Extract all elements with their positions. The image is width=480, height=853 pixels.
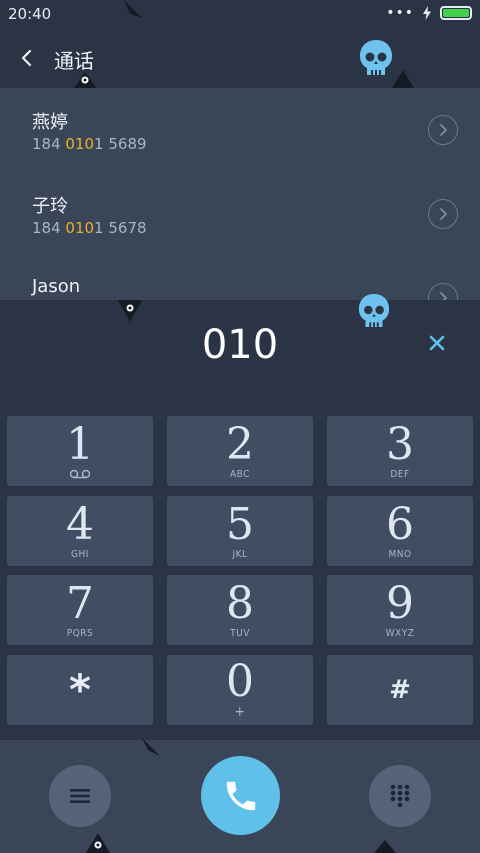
status-time: 20:40	[8, 5, 52, 23]
key-3[interactable]: 3 DEF	[327, 416, 473, 486]
key-letters: WXYZ	[385, 627, 415, 639]
key-star[interactable]: *	[7, 655, 153, 725]
chevron-right-icon	[440, 292, 447, 300]
key-digit: 1	[66, 419, 94, 470]
battery-icon	[440, 6, 472, 20]
key-digit: 2	[226, 418, 254, 470]
triangle-decoration-icon	[374, 840, 396, 853]
back-button[interactable]	[14, 44, 42, 72]
key-digit: *	[69, 665, 91, 714]
contact-detail-button[interactable]	[428, 283, 458, 300]
voicemail-icon	[69, 469, 91, 479]
key-4[interactable]: 4 GHI	[7, 496, 153, 566]
dialpad-icon	[390, 784, 410, 808]
phone-icon	[226, 781, 255, 810]
key-letters: DEF	[390, 468, 410, 480]
number-suffix: 1 5689	[94, 135, 147, 153]
triangle-decoration-icon	[142, 738, 160, 756]
key-letters: PQRS	[66, 627, 94, 639]
status-icons: •••	[386, 6, 472, 20]
number-suffix: 1 5678	[94, 219, 147, 237]
key-0[interactable]: 0 +	[167, 655, 313, 725]
key-9[interactable]: 9 WXYZ	[327, 575, 473, 645]
menu-button[interactable]	[49, 765, 111, 827]
triangle-decoration-icon	[124, 0, 142, 18]
key-digit: 0	[226, 656, 254, 707]
key-8[interactable]: 8 TUV	[167, 575, 313, 645]
contact-item[interactable]: 燕婷 184 0101 5689	[0, 88, 480, 172]
key-6[interactable]: 6 MNO	[327, 496, 473, 566]
triangle-decoration-icon	[392, 70, 414, 88]
contact-name: 子玲	[32, 196, 68, 217]
key-digit: 9	[386, 577, 414, 629]
contact-results-list: 燕婷 184 0101 5689 子玲 184 0101 5678 Jason	[0, 88, 480, 300]
key-digit: 7	[66, 577, 94, 629]
key-letters: TUV	[230, 627, 250, 639]
contact-name: 燕婷	[32, 112, 68, 133]
number-match: 010	[65, 135, 95, 153]
contact-detail-button[interactable]	[428, 115, 458, 145]
charging-icon	[423, 6, 431, 20]
number-prefix: 184	[32, 219, 66, 237]
chevron-right-icon	[440, 124, 447, 136]
key-digit: 8	[226, 577, 254, 629]
contact-number: 184 0101 5678	[32, 219, 147, 237]
eye-triangle-decoration-icon	[74, 72, 96, 88]
page-title: 通话	[54, 49, 94, 73]
contact-item[interactable]: 子玲 184 0101 5678	[0, 172, 480, 256]
contact-name: Jason	[32, 276, 81, 297]
skull-decoration-icon	[358, 294, 390, 328]
clear-button[interactable]	[428, 334, 446, 352]
key-hash[interactable]: #	[327, 655, 473, 725]
key-letters: +	[234, 704, 246, 720]
key-digit: 5	[226, 498, 254, 550]
notification-dots-icon: •••	[386, 5, 414, 21]
key-2[interactable]: 2 ABC	[167, 416, 313, 486]
contact-number: 184 0101 5689	[32, 135, 147, 153]
dialpad-toggle-button[interactable]	[369, 765, 431, 827]
chevron-left-icon	[21, 49, 32, 67]
key-digit: #	[389, 675, 411, 705]
number-match: 010	[65, 219, 95, 237]
chevron-right-icon	[440, 208, 447, 220]
key-letters: GHI	[71, 548, 89, 560]
contact-item[interactable]: Jason	[0, 256, 480, 300]
eye-triangle-decoration-icon	[118, 300, 142, 322]
key-digit: 3	[386, 418, 414, 470]
status-bar: 20:40 •••	[0, 0, 480, 28]
close-icon	[429, 335, 445, 351]
key-letters: JKL	[232, 548, 248, 560]
key-letters: ABC	[230, 468, 250, 480]
key-digit: 4	[66, 498, 94, 550]
dial-number-display[interactable]: 010	[0, 322, 480, 368]
bottom-action-bar	[0, 740, 480, 853]
number-prefix: 184	[32, 135, 66, 153]
contact-detail-button[interactable]	[428, 199, 458, 229]
call-button[interactable]	[201, 756, 280, 835]
eye-triangle-decoration-icon	[86, 833, 110, 853]
key-1[interactable]: 1	[7, 416, 153, 486]
key-digit: 6	[386, 498, 414, 550]
skull-decoration-icon	[360, 40, 392, 75]
key-letters: MNO	[388, 548, 412, 560]
menu-icon	[70, 789, 90, 803]
battery-fill	[443, 9, 469, 17]
key-5[interactable]: 5 JKL	[167, 496, 313, 566]
key-7[interactable]: 7 PQRS	[7, 575, 153, 645]
dialer-panel: 010 1 2 ABC 3 DEF 4 GHI 5 JKL 6 MNO 7 PQ…	[0, 300, 480, 740]
